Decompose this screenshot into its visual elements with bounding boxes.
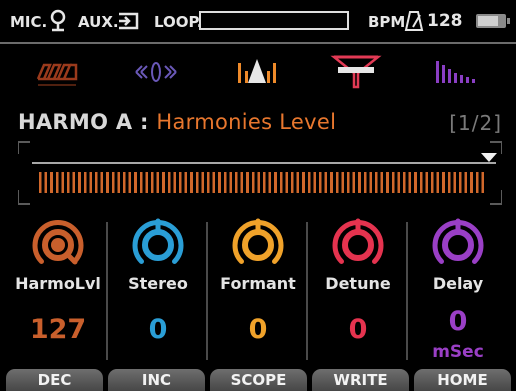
- knob-label: Detune: [325, 274, 391, 293]
- softkey-inc[interactable]: INC: [108, 369, 205, 391]
- mic-icon: [50, 9, 66, 32]
- knob-value: 0: [448, 306, 468, 337]
- page-indicator: [1/2]: [449, 111, 502, 135]
- knob-label: HarmoLvl: [15, 274, 101, 293]
- knob-detune[interactable]: Detune 0: [308, 214, 408, 364]
- softkey-write[interactable]: WRITE: [312, 369, 409, 391]
- level-meter: [18, 140, 502, 206]
- knob-row: HarmoLvl 127 Stereo 0 Formant 0 Detune 0 Delay 0 m…: [0, 214, 516, 364]
- effect-name: HARMO A: [18, 110, 133, 134]
- knob-harmolvl[interactable]: HarmoLvl 127: [8, 214, 108, 364]
- knob-label: Delay: [432, 274, 484, 293]
- softkey-bar: DEC INC SCOPE WRITE HOME: [0, 369, 516, 391]
- knob-dial-icon[interactable]: [232, 218, 284, 272]
- effect-icon-2[interactable]: [128, 53, 184, 91]
- meter-range-line: [32, 162, 496, 164]
- knob-label: Stereo: [128, 274, 188, 293]
- softkey-scope[interactable]: SCOPE: [210, 369, 307, 391]
- meter-marker[interactable]: [481, 153, 497, 162]
- knob-delay[interactable]: Delay 0 mSec: [408, 214, 508, 364]
- aux-input-icon: [119, 12, 139, 30]
- knob-value: 0: [248, 314, 268, 345]
- delay-icon[interactable]: [430, 53, 486, 91]
- loop-label: LOOP.: [154, 13, 203, 31]
- knob-dial-icon[interactable]: [332, 218, 384, 272]
- title-separator: :: [140, 110, 149, 134]
- knob-value: 0: [148, 314, 168, 345]
- detune-icon[interactable]: [328, 53, 384, 91]
- knob-unit: mSec: [432, 342, 484, 362]
- knob-dial-icon[interactable]: [32, 218, 84, 272]
- softkey-home[interactable]: HOME: [414, 369, 511, 391]
- knob-dial-icon[interactable]: [432, 218, 484, 272]
- bpm-value: 128: [427, 11, 463, 31]
- knob-value: 127: [29, 314, 87, 345]
- knob-value: 0: [348, 314, 368, 345]
- knob-label: Formant: [220, 274, 296, 293]
- page-title: HARMO A : Harmonies Level: [18, 110, 336, 134]
- loop-progress-bar: [199, 11, 349, 30]
- knob-dial-icon[interactable]: [132, 218, 184, 272]
- parameter-name: Harmonies Level: [156, 110, 337, 134]
- softkey-dec[interactable]: DEC: [6, 369, 103, 391]
- metronome-icon: [404, 11, 424, 31]
- harmony-icon[interactable]: [230, 53, 286, 91]
- mic-label: MIC.: [10, 13, 48, 31]
- battery-level-fill: [478, 16, 498, 26]
- effect-chain: [0, 45, 516, 100]
- aux-label: AUX.: [78, 13, 119, 31]
- bpm-label: BPM: [368, 13, 406, 31]
- device-screen: MIC. AUX. LOOP. BPM 128 HARMO A: Harmon…: [0, 0, 516, 391]
- knob-stereo[interactable]: Stereo 0: [108, 214, 208, 364]
- effect-icon-1[interactable]: [30, 53, 86, 91]
- battery-icon: [476, 14, 510, 28]
- status-bar: MIC. AUX. LOOP. BPM 128: [0, 0, 516, 44]
- meter-level-bars: [39, 172, 487, 193]
- knob-formant[interactable]: Formant 0: [208, 214, 308, 364]
